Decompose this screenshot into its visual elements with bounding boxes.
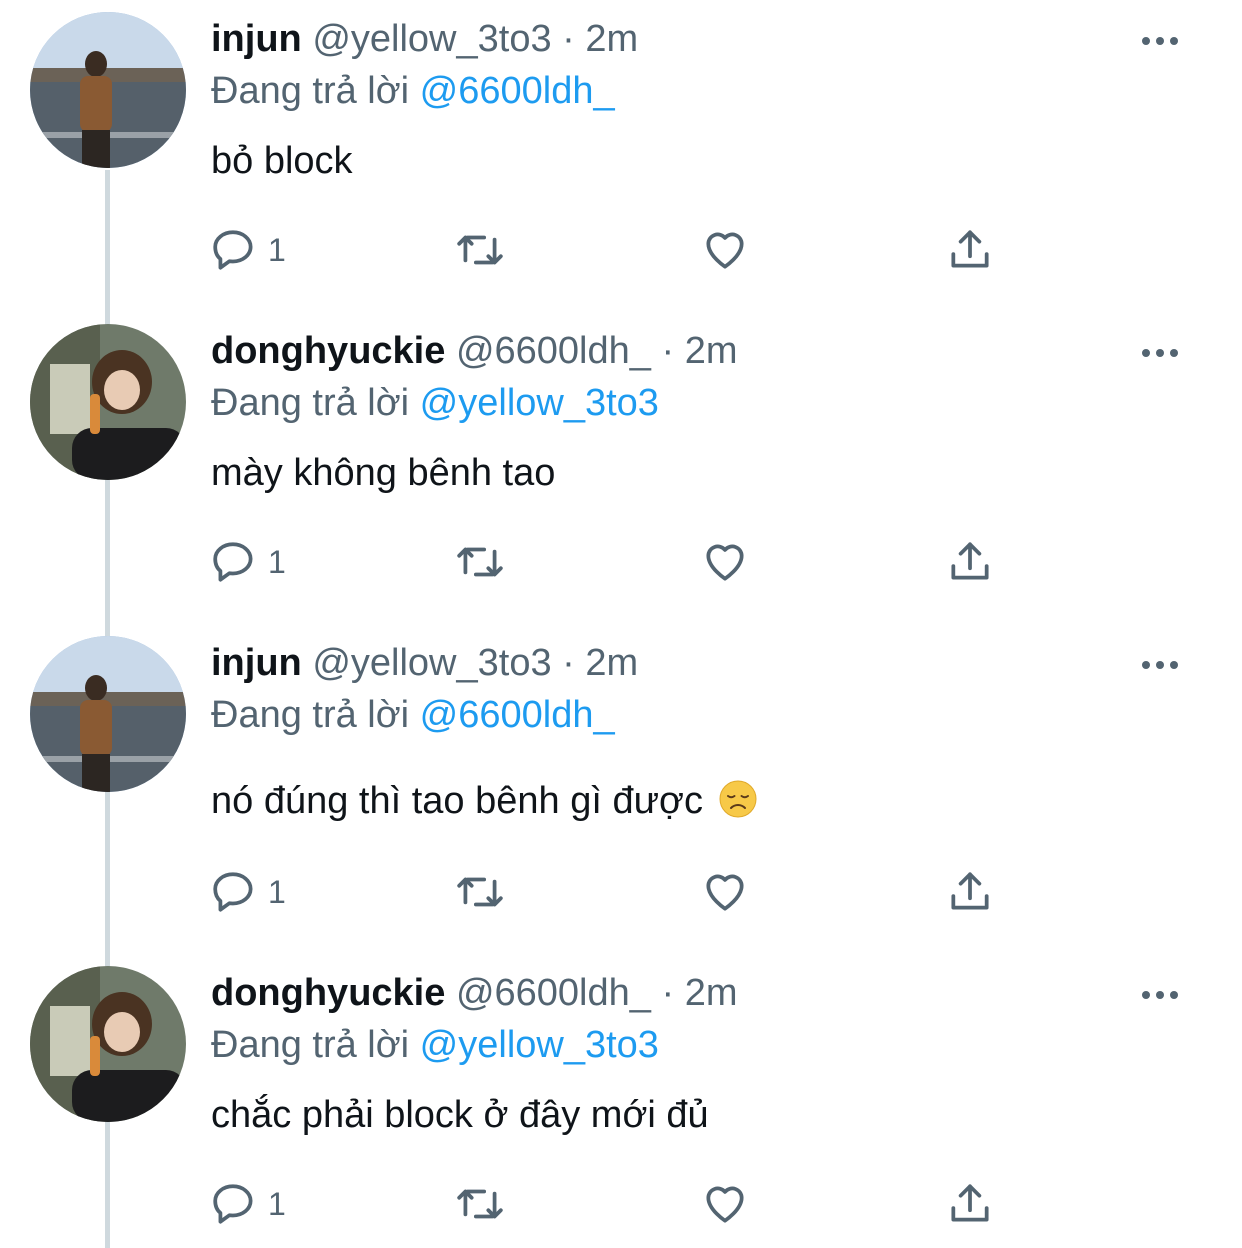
action-bar: 1 [210,220,1010,280]
retweet-button[interactable] [455,862,505,922]
tweet-text: chắc phải block ở đây mới đủ [211,1094,709,1136]
reply-icon [213,1184,253,1224]
display-name[interactable]: injun [211,642,302,684]
retweet-button[interactable] [455,1174,505,1234]
display-name[interactable]: donghyuckie [211,972,445,1014]
retweet-button[interactable] [455,220,505,280]
user-handle[interactable]: @yellow_3to3 [312,642,551,684]
user-handle[interactable]: @6600ldh_ [456,330,651,372]
share-icon [951,230,989,268]
more-icon[interactable] [1140,26,1180,56]
reply-prefix: Đang trả lời [211,382,410,424]
avatar[interactable] [30,636,186,792]
tweet-text: bỏ block [211,140,353,182]
separator: · [661,330,675,372]
reply-count: 1 [268,873,286,910]
reply-button[interactable]: 1 [210,862,286,922]
mention-link[interactable]: @yellow_3to3 [420,382,659,424]
timestamp[interactable]: 2m [585,18,638,60]
disappointed-face-emoji [719,780,757,818]
reply-icon [213,872,253,912]
tweet-header: donghyuckie @6600ldh_ · 2m [211,968,737,1018]
like-button[interactable] [700,1174,750,1234]
timestamp[interactable]: 2m [685,972,738,1014]
reply-prefix: Đang trả lời [211,70,410,112]
action-bar: 1 [210,532,1010,592]
share-icon [951,1184,989,1222]
retweet-icon [457,235,503,265]
tweet-header: injun @yellow_3to3 · 2m [211,14,638,64]
reply-button[interactable]: 1 [210,532,286,592]
action-bar: 1 [210,1174,1010,1234]
avatar[interactable] [30,966,186,1122]
tweet-header: injun @yellow_3to3 · 2m [211,638,638,688]
more-icon[interactable] [1140,980,1180,1010]
like-icon [706,232,744,269]
tweet[interactable]: donghyuckie @6600ldh_ · 2m Đang trả lời … [0,954,1242,1248]
share-button[interactable] [945,220,995,280]
more-icon[interactable] [1140,650,1180,680]
reply-button[interactable]: 1 [210,1174,286,1234]
mention-link[interactable]: @6600ldh_ [420,70,615,112]
like-button[interactable] [700,862,750,922]
replying-to: Đang trả lời @yellow_3to3 [211,378,659,428]
display-name[interactable]: injun [211,18,302,60]
retweet-icon [457,877,503,907]
share-button[interactable] [945,532,995,592]
user-handle[interactable]: @yellow_3to3 [312,18,551,60]
tweet-header: donghyuckie @6600ldh_ · 2m [211,326,737,376]
tweet[interactable]: injun @yellow_3to3 · 2m Đang trả lời @66… [0,0,1242,312]
tweet-body: nó đúng thì tao bênh gì được [211,776,758,826]
like-icon [706,544,744,581]
separator: · [661,972,675,1014]
mention-link[interactable]: @6600ldh_ [420,694,615,736]
tweet[interactable]: injun @yellow_3to3 · 2m Đang trả lời @66… [0,624,1242,954]
reply-button[interactable]: 1 [210,220,286,280]
avatar[interactable] [30,324,186,480]
reply-icon [213,542,253,582]
like-button[interactable] [700,532,750,592]
tweet[interactable]: donghyuckie @6600ldh_ · 2m Đang trả lời … [0,312,1242,624]
reply-icon [213,230,253,270]
display-name[interactable]: donghyuckie [211,330,445,372]
replying-to: Đang trả lời @6600ldh_ [211,66,615,116]
like-icon [706,874,744,911]
reply-prefix: Đang trả lời [211,1024,410,1066]
share-icon [951,542,989,580]
retweet-icon [457,547,503,577]
share-icon [951,872,989,910]
share-button[interactable] [945,862,995,922]
like-button[interactable] [700,220,750,280]
tweet-text: nó đúng thì tao bênh gì được [211,780,703,822]
separator: · [562,642,575,684]
reply-prefix: Đang trả lời [211,694,410,736]
more-icon[interactable] [1140,338,1180,368]
like-icon [706,1186,744,1223]
separator: · [562,18,575,60]
user-handle[interactable]: @6600ldh_ [456,972,651,1014]
retweet-icon [457,1189,503,1219]
action-bar: 1 [210,862,1010,922]
reply-count: 1 [268,543,286,580]
retweet-button[interactable] [455,532,505,592]
replying-to: Đang trả lời @yellow_3to3 [211,1020,659,1070]
replying-to: Đang trả lời @6600ldh_ [211,690,615,740]
reply-count: 1 [268,231,286,268]
mention-link[interactable]: @yellow_3to3 [420,1024,659,1066]
tweet-text: mày không bênh tao [211,452,556,494]
timestamp[interactable]: 2m [685,330,738,372]
avatar[interactable] [30,12,186,168]
timestamp[interactable]: 2m [585,642,638,684]
reply-count: 1 [268,1185,286,1222]
share-button[interactable] [945,1174,995,1234]
